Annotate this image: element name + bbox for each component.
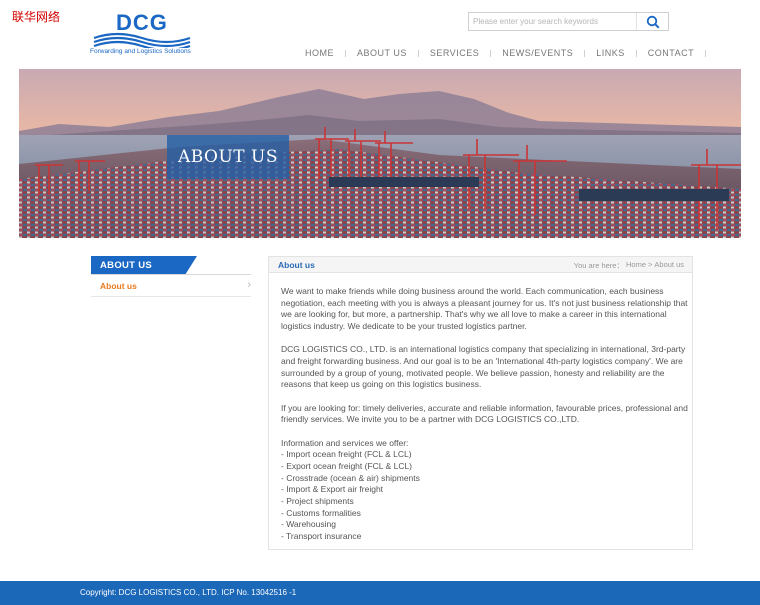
nav-links[interactable]: LINKS (585, 48, 636, 58)
banner-title-box: ABOUT US (167, 135, 289, 179)
sidebar: ABOUT US About us › (91, 256, 251, 297)
breadcrumb-separator: > (648, 260, 653, 269)
sidebar-item-about-us[interactable]: About us › (91, 275, 251, 297)
list-item: - Export ocean freight (FCL & LCL) (281, 460, 413, 471)
breadcrumb-current[interactable]: About us (654, 260, 684, 271)
page-title: About us (278, 260, 315, 270)
nav-divider (705, 49, 707, 57)
content-panel: About us You are here： Home > About us W… (268, 256, 693, 550)
list-item: - Import ocean freight (FCL & LCL) (281, 449, 412, 460)
sidebar-item-label: About us (100, 281, 137, 291)
nav-services[interactable]: SERVICES (419, 48, 490, 58)
paragraph: We want to make friends while doing busi… (281, 286, 688, 332)
search-icon (646, 15, 660, 29)
banner-title: ABOUT US (177, 147, 279, 167)
list-item: - Project shipments (281, 496, 354, 507)
nav-about-us[interactable]: ABOUT US (346, 48, 418, 58)
search-input[interactable] (473, 14, 633, 29)
nav-news-events[interactable]: NEWS/EVENTS (491, 48, 584, 58)
banner-port-image (19, 69, 741, 238)
nav-home[interactable]: HOME (294, 48, 345, 58)
content-header: About us You are here： Home > About us (269, 257, 692, 273)
paragraph: DCG LOGISTICS CO., LTD. is an internatio… (281, 344, 686, 390)
breadcrumb: You are here： Home > About us (574, 260, 684, 271)
hero-banner: ABOUT US (19, 69, 741, 238)
list-item: - Crosstrade (ocean & air) shipments (281, 472, 420, 483)
nav-contact[interactable]: CONTACT (637, 48, 705, 58)
breadcrumb-home[interactable]: Home (626, 260, 646, 271)
search-button[interactable] (636, 13, 668, 30)
sidebar-heading-label: ABOUT US (100, 260, 153, 271)
sidebar-heading: ABOUT US (91, 256, 251, 275)
article-body: We want to make friends while doing busi… (281, 286, 695, 543)
list-item: - Transport insurance (281, 531, 362, 542)
list-item: - Warehousing (281, 519, 336, 530)
logo-waves-icon (93, 32, 191, 48)
corner-tag: 联华网络 (12, 10, 61, 24)
services-intro: Information and services we offer: (281, 437, 409, 448)
logo-tagline: Forwarding and Logistics Solutions (90, 48, 191, 55)
footer: Copyright: DCG LOGISTICS CO., LTD. ICP N… (0, 581, 760, 605)
main-nav: HOME ABOUT US SERVICES NEWS/EVENTS LINKS… (294, 48, 707, 58)
chevron-right-icon: › (247, 279, 251, 291)
list-item: - Customs formalities (281, 507, 361, 518)
copyright-text: Copyright: DCG LOGISTICS CO., LTD. ICP N… (80, 588, 297, 597)
list-item: - Import & Export air freight (281, 484, 384, 495)
services-list: - Import ocean freight (FCL & LCL) - Exp… (281, 449, 695, 543)
paragraph: If you are looking for: timely deliverie… (281, 402, 688, 425)
breadcrumb-prefix: You are here： (573, 261, 624, 270)
search-box (468, 12, 669, 31)
logo[interactable]: DCG Forwarding and Logistics Solutions (90, 10, 200, 60)
